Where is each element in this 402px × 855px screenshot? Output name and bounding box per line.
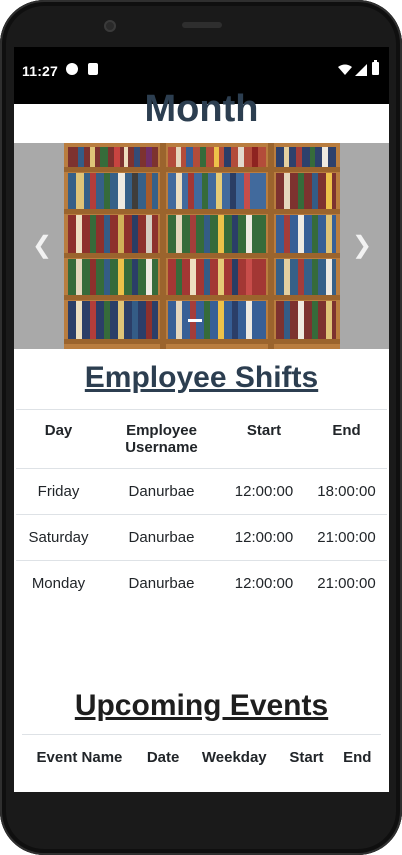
- cell-day: Friday: [16, 468, 101, 515]
- phone-frame: 11:27 Month ❮ ❯ Employee Shifts Day Empl…: [0, 0, 402, 855]
- cell-username: Danurbae: [101, 560, 222, 606]
- header-event-name: Event Name: [22, 734, 137, 780]
- cell-end: 21:00:00: [306, 514, 387, 561]
- employee-shifts-title: Employee Shifts: [84, 361, 319, 394]
- cell-username: Danurbae: [101, 514, 222, 561]
- wifi-icon: [338, 64, 352, 75]
- battery-icon: [372, 60, 379, 75]
- cell-username: Danurbae: [101, 468, 222, 515]
- cell-start: 12:00:00: [222, 514, 306, 561]
- cell-end: 18:00:00: [306, 468, 387, 515]
- header-employee-username: Employee Username: [101, 409, 222, 469]
- cell-day: Saturday: [16, 514, 101, 561]
- page-content: Month ❮ ❯ Employee Shifts Day Employee U…: [14, 88, 389, 792]
- header-end: End: [306, 409, 387, 469]
- header-weekday: Weekday: [189, 734, 280, 780]
- notification-icon: [66, 63, 78, 75]
- screen: 11:27 Month ❮ ❯ Employee Shifts Day Empl…: [14, 47, 389, 792]
- front-camera: [104, 20, 116, 32]
- cell-end: 21:00:00: [306, 560, 387, 606]
- upcoming-events-title: Upcoming Events: [74, 689, 329, 722]
- header-start: Start: [222, 409, 306, 469]
- table-row: Saturday Danurbae 12:00:00 21:00:00: [16, 514, 387, 561]
- header-date: Date: [136, 734, 190, 780]
- cell-start: 12:00:00: [222, 560, 306, 606]
- month-heading: Month: [144, 88, 259, 130]
- cell-start: 12:00:00: [222, 468, 306, 515]
- upcoming-events-table: Event Name Date Weekday Start End: [22, 734, 381, 780]
- bookshelf-image: [64, 143, 340, 349]
- bookshelf-illustration: [64, 143, 340, 349]
- sd-card-icon: [88, 63, 98, 75]
- table-row: Monday Danurbae 12:00:00 21:00:00: [16, 560, 387, 606]
- table-header-row: Event Name Date Weekday Start End: [22, 734, 381, 780]
- carousel-indicator-1[interactable]: [188, 319, 202, 322]
- carousel-next-button[interactable]: ❯: [352, 233, 372, 259]
- signal-icon: [355, 64, 367, 76]
- header-end: End: [333, 734, 381, 780]
- image-carousel[interactable]: ❮ ❯: [14, 143, 389, 349]
- table-header-row: Day Employee Username Start End: [16, 409, 387, 469]
- employee-shifts-table: Day Employee Username Start End Friday D…: [16, 409, 387, 606]
- earpiece-speaker: [182, 22, 222, 28]
- header-start: Start: [279, 734, 334, 780]
- header-day: Day: [16, 409, 101, 469]
- table-row: Friday Danurbae 12:00:00 18:00:00: [16, 468, 387, 515]
- carousel-indicators: [188, 319, 202, 322]
- cell-day: Monday: [16, 560, 101, 606]
- status-time: 11:27: [22, 63, 59, 79]
- carousel-prev-button[interactable]: ❮: [32, 233, 52, 259]
